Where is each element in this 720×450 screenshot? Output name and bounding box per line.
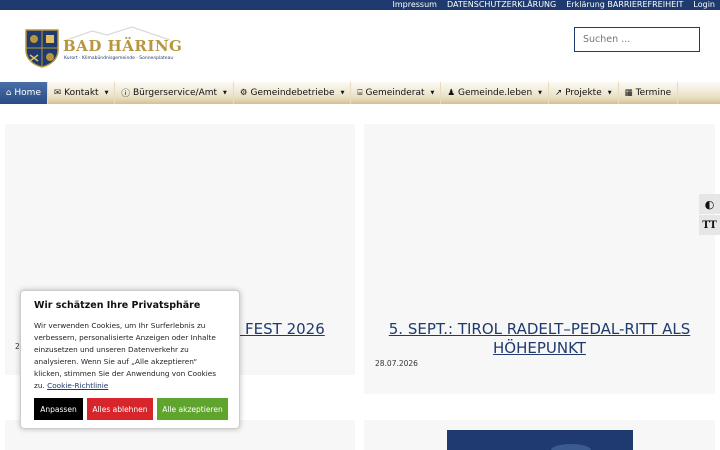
top-bar: Impressum DATENSCHUTZERKLÄRUNG Erklärung… [0,0,720,10]
calendar-icon: ▦ [624,88,633,98]
post-title-link[interactable]: A FEST 2026 [230,320,350,339]
contrast-icon: ◐ [704,197,715,211]
mail-icon: ✉ [53,88,62,98]
nav-item-gemeinde-leben[interactable]: ♟ Gemeinde.leben ▼ [441,82,550,104]
search-input[interactable] [574,27,700,52]
logo-tagline: Kurort · Klimabündnisgemeinde · Sonnenpl… [64,56,174,61]
reject-all-button[interactable]: Alles ablehnen [87,398,153,420]
cookie-consent-banner: Wir schätzen Ihre Privatsphäre Wir verwe… [20,290,240,429]
accessibility-statement-link[interactable]: Erklärung BARRIEREFREIHEIT [566,0,683,10]
nav-item-gemeindebetriebe[interactable]: ⚙ Gemeindebetriebe ▼ [234,82,352,104]
home-icon: ⌂ [6,88,12,98]
cookie-text: Wir verwenden Cookies, um Ihr Surferlebn… [34,320,226,392]
impressum-link[interactable]: Impressum [393,0,437,10]
main-navigation: ⌂ Home ✉ Kontakt ▼ ⓘ Bürgerservice/Amt ▼… [0,82,720,104]
coat-of-arms-icon [25,29,59,68]
nav-item-termine[interactable]: ▦ Termine [619,82,679,104]
cookie-policy-link[interactable]: Cookie-Richtlinie [47,381,108,390]
font-size-toggle[interactable]: TT [699,215,720,235]
site-header: BAD HÄRING Kurort · Klimabündnisgemeinde… [0,10,720,82]
post-date: 28.07.2026 [375,359,418,368]
nav-item-buergerservice[interactable]: ⓘ Bürgerservice/Amt ▼ [115,82,234,104]
font-size-icon: TT [702,219,717,231]
nav-item-label: Gemeinderat [365,88,425,98]
nav-item-label: Kontakt [64,88,99,98]
contrast-toggle[interactable]: ◐ [699,194,720,214]
nav-item-label: Gemeinde.leben [458,88,533,98]
nav-item-label: Bürgerservice/Amt [132,88,218,98]
post-card[interactable] [364,420,715,450]
nav-item-home[interactable]: ⌂ Home [0,82,48,104]
trend-icon: ↗ [555,88,563,98]
nav-item-gemeinderat[interactable]: ⌸ Gemeinderat ▼ [351,82,442,104]
person-icon: ♟ [447,88,456,98]
cog-icon: ⚙ [239,88,248,98]
post-image[interactable] [447,430,633,450]
login-link[interactable]: Login [693,0,715,10]
info-icon: ⓘ [121,89,130,99]
building-icon: ⌸ [357,88,363,98]
caret-down-icon: ▼ [223,90,227,96]
caret-down-icon: ▼ [340,90,345,96]
caret-down-icon: ▼ [538,90,543,96]
top-links: Impressum DATENSCHUTZERKLÄRUNG Erklärung… [393,0,716,10]
nav-item-projekte[interactable]: ↗ Projekte ▼ [549,82,619,104]
image-shape [551,444,591,450]
caret-down-icon: ▼ [104,90,109,96]
caret-down-icon: ▼ [607,90,612,96]
cookie-text-body: Wir verwenden Cookies, um Ihr Surferlebn… [34,321,217,390]
nav-item-label: Home [14,88,41,98]
cookie-title: Wir schätzen Ihre Privatsphäre [34,300,201,311]
privacy-link[interactable]: DATENSCHUTZERKLÄRUNG [447,0,556,10]
logo-name: BAD HÄRING [63,37,183,55]
nav-item-label: Projekte [565,88,602,98]
site-logo[interactable]: BAD HÄRING Kurort · Klimabündnisgemeinde… [24,26,182,71]
nav-item-kontakt[interactable]: ✉ Kontakt ▼ [48,82,116,104]
nav-item-label: Termine [635,88,672,98]
cookie-buttons: Anpassen Alles ablehnen Alle akzeptieren [34,398,228,420]
customize-button[interactable]: Anpassen [34,398,83,420]
post-title-link[interactable]: 5. SEPT.: TIROL RADELT–PEDAL-RITT ALS HÖ… [364,320,715,358]
accept-all-button[interactable]: Alle akzeptieren [157,398,228,420]
nav-item-label: Gemeindebetriebe [250,88,335,98]
caret-down-icon: ▼ [430,90,435,96]
